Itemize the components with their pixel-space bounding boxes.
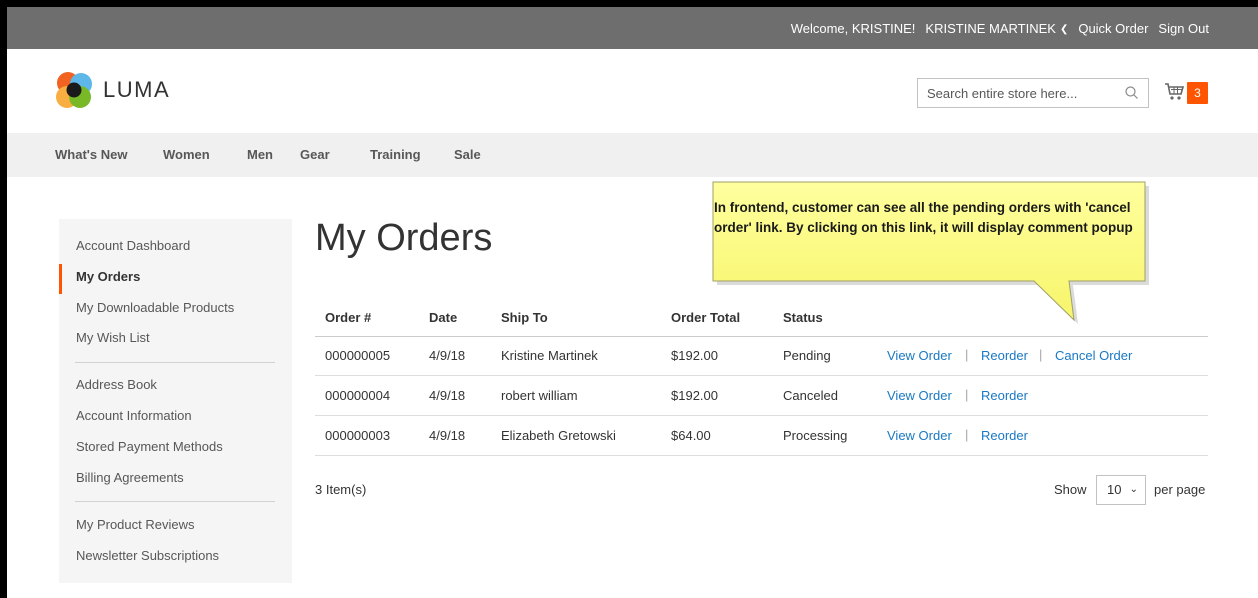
main-navigation: What's New Women Men Gear Training Sale bbox=[7, 133, 1258, 177]
top-header-bar: Welcome, KRISTINE! KRISTINE MARTINEK ❮ Qu… bbox=[7, 7, 1258, 49]
reorder-link[interactable]: Reorder bbox=[981, 388, 1028, 403]
sidebar-item-newsletter-subscriptions[interactable]: Newsletter Subscriptions bbox=[76, 548, 219, 563]
order-status: Pending bbox=[783, 348, 831, 363]
sidebar-item-address-book[interactable]: Address Book bbox=[76, 377, 157, 392]
customer-name: KRISTINE MARTINEK bbox=[925, 20, 1056, 36]
action-separator: | bbox=[965, 427, 969, 442]
order-total: $192.00 bbox=[671, 388, 718, 403]
ship-to: Elizabeth Gretowski bbox=[501, 428, 616, 443]
page-title: My Orders bbox=[315, 217, 493, 259]
reorder-link[interactable]: Reorder bbox=[981, 348, 1028, 363]
sidebar-divider bbox=[75, 501, 275, 502]
cart-count-badge[interactable]: 3 bbox=[1187, 82, 1208, 104]
customer-menu[interactable]: KRISTINE MARTINEK ❮ bbox=[925, 21, 1068, 36]
welcome-message: Welcome, KRISTINE! bbox=[790, 20, 916, 36]
row-divider bbox=[315, 455, 1208, 456]
sidebar-item-my-orders: My Orders bbox=[76, 269, 141, 284]
nav-gear[interactable]: Gear bbox=[300, 147, 330, 162]
store-logo[interactable]: LUMA bbox=[55, 71, 170, 109]
order-number: 000000004 bbox=[325, 388, 391, 403]
sidebar-item-stored-payment-methods[interactable]: Stored Payment Methods bbox=[76, 439, 223, 454]
column-header-ship-to: Ship To bbox=[501, 310, 548, 325]
order-status: Canceled bbox=[783, 388, 838, 403]
row-divider bbox=[315, 375, 1208, 376]
action-separator: | bbox=[1039, 347, 1043, 362]
search-box bbox=[917, 78, 1149, 108]
order-date: 4/9/18 bbox=[429, 348, 466, 363]
logo-text: LUMA bbox=[103, 77, 171, 102]
sign-out-link[interactable]: Sign Out bbox=[1158, 21, 1209, 36]
column-header-date: Date bbox=[429, 310, 458, 325]
nav-sale[interactable]: Sale bbox=[454, 147, 481, 162]
column-header-order-number: Order # bbox=[325, 310, 372, 325]
chevron-down-icon: ❮ bbox=[1059, 23, 1069, 35]
order-total: $64.00 bbox=[671, 428, 711, 443]
view-order-link[interactable]: View Order bbox=[887, 388, 952, 403]
callout-text: In frontend, customer can see all the pe… bbox=[714, 200, 1133, 235]
reorder-link[interactable]: Reorder bbox=[981, 428, 1028, 443]
chevron-down-icon: ⌄ bbox=[1129, 484, 1138, 495]
search-input[interactable] bbox=[918, 79, 1117, 107]
item-count: 3 Item(s) bbox=[315, 482, 367, 497]
per-page-label: per page bbox=[1154, 482, 1206, 497]
order-date: 4/9/18 bbox=[429, 388, 466, 403]
account-sidebar: Account Dashboard My Orders My Downloada… bbox=[59, 219, 292, 583]
ship-to: robert william bbox=[501, 388, 578, 403]
sidebar-item-account-information[interactable]: Account Information bbox=[76, 408, 192, 423]
show-label: Show bbox=[1054, 482, 1087, 497]
sidebar-divider bbox=[75, 362, 275, 363]
nav-women[interactable]: Women bbox=[163, 147, 210, 162]
ship-to: Kristine Martinek bbox=[501, 348, 598, 363]
cancel-order-link[interactable]: Cancel Order bbox=[1055, 348, 1132, 363]
action-separator: | bbox=[965, 387, 969, 402]
order-total: $192.00 bbox=[671, 348, 718, 363]
view-order-link[interactable]: View Order bbox=[887, 348, 952, 363]
luma-logo-icon bbox=[56, 72, 92, 108]
per-page-value: 10 bbox=[1107, 482, 1122, 497]
sidebar-item-product-reviews[interactable]: My Product Reviews bbox=[76, 517, 194, 532]
nav-men[interactable]: Men bbox=[247, 147, 273, 162]
nav-training[interactable]: Training bbox=[370, 147, 421, 162]
header-links: Welcome, KRISTINE! KRISTINE MARTINEK ❮ Qu… bbox=[791, 7, 1209, 49]
row-divider bbox=[315, 415, 1208, 416]
sidebar-item-account-dashboard[interactable]: Account Dashboard bbox=[76, 238, 190, 253]
per-page-select[interactable]: 10 ⌄ bbox=[1096, 475, 1146, 505]
search-icon[interactable] bbox=[1125, 86, 1138, 104]
quick-order-link[interactable]: Quick Order bbox=[1078, 21, 1148, 36]
sidebar-item-downloadable-products[interactable]: My Downloadable Products bbox=[76, 300, 234, 315]
cart-icon[interactable] bbox=[1164, 82, 1186, 107]
order-number: 000000003 bbox=[325, 428, 391, 443]
sidebar-item-billing-agreements[interactable]: Billing Agreements bbox=[76, 470, 184, 485]
nav-whats-new[interactable]: What's New bbox=[55, 147, 127, 162]
order-number: 000000005 bbox=[325, 348, 391, 363]
view-order-link[interactable]: View Order bbox=[887, 428, 952, 443]
order-status: Processing bbox=[783, 428, 848, 443]
active-item-marker bbox=[59, 264, 62, 294]
order-date: 4/9/18 bbox=[429, 428, 466, 443]
sidebar-item-wish-list[interactable]: My Wish List bbox=[76, 330, 150, 345]
table-header-rule bbox=[315, 336, 1208, 337]
action-separator: | bbox=[965, 347, 969, 362]
